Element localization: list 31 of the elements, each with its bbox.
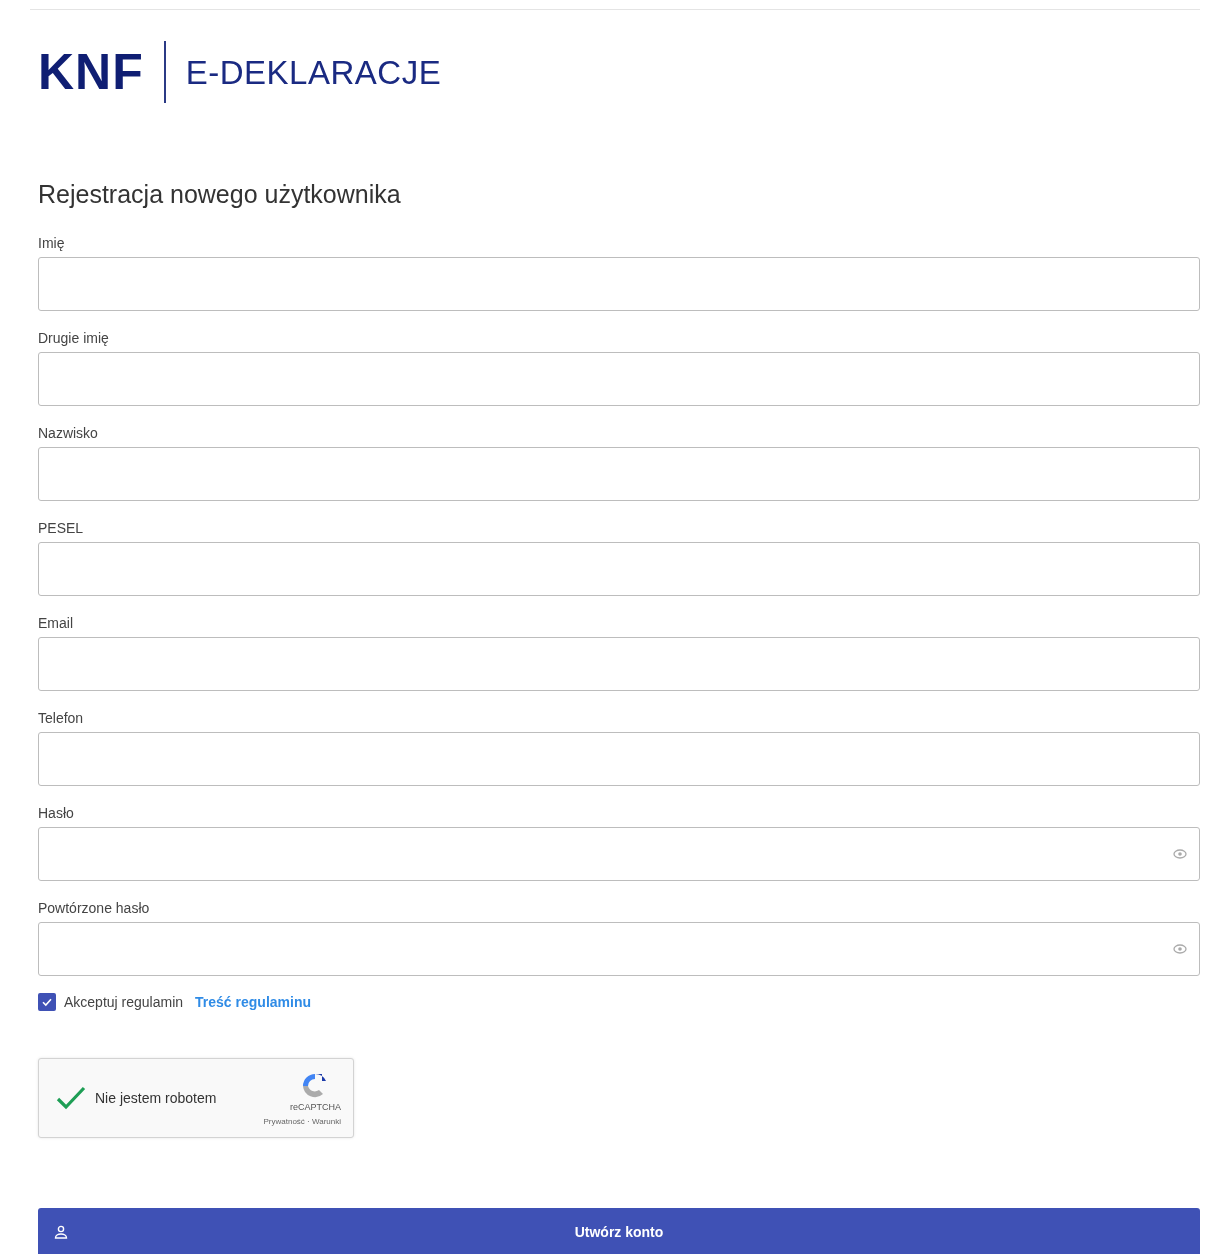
input-field[interactable]: [38, 732, 1200, 786]
input-field[interactable]: [38, 352, 1200, 406]
password-field[interactable]: [38, 827, 1200, 881]
field-label: Imię: [38, 235, 66, 253]
user-icon: [54, 1225, 68, 1239]
field-label: Nazwisko: [38, 425, 99, 443]
field-label: Drugie imię: [38, 330, 110, 348]
check-icon: [41, 996, 53, 1008]
field-label: Telefon: [38, 710, 85, 728]
input-field[interactable]: [38, 447, 1200, 501]
product-name: E-DEKLARACJE: [185, 55, 442, 89]
password-field[interactable]: [38, 922, 1200, 976]
terms-link[interactable]: Treść regulaminu: [195, 994, 311, 1010]
captcha-links[interactable]: Prywatność · Warunki: [263, 1117, 341, 1126]
eye-icon[interactable]: [1173, 944, 1187, 954]
logo-mark: KNF: [38, 47, 144, 97]
field-label: Powtórzone hasło: [38, 900, 151, 918]
field-label: Hasło: [38, 805, 75, 823]
input-field[interactable]: [38, 637, 1200, 691]
field-label: PESEL: [38, 520, 85, 538]
captcha-label: Nie jestem robotem: [95, 1090, 218, 1106]
input-field[interactable]: [38, 257, 1200, 311]
eye-icon[interactable]: [1173, 849, 1187, 859]
checkbox-label: Akceptuj regulamin: [64, 994, 184, 1010]
input-field[interactable]: [38, 542, 1200, 596]
captcha-checkbox[interactable]: [55, 1085, 87, 1111]
page-title: Rejestracja nowego użytkownika: [38, 179, 402, 209]
create-account-button[interactable]: Utwórz konto: [38, 1208, 1200, 1254]
checkbox[interactable]: [38, 993, 56, 1011]
captcha-brand: reCAPTCHA: [290, 1102, 341, 1112]
field-label: Email: [38, 615, 74, 633]
